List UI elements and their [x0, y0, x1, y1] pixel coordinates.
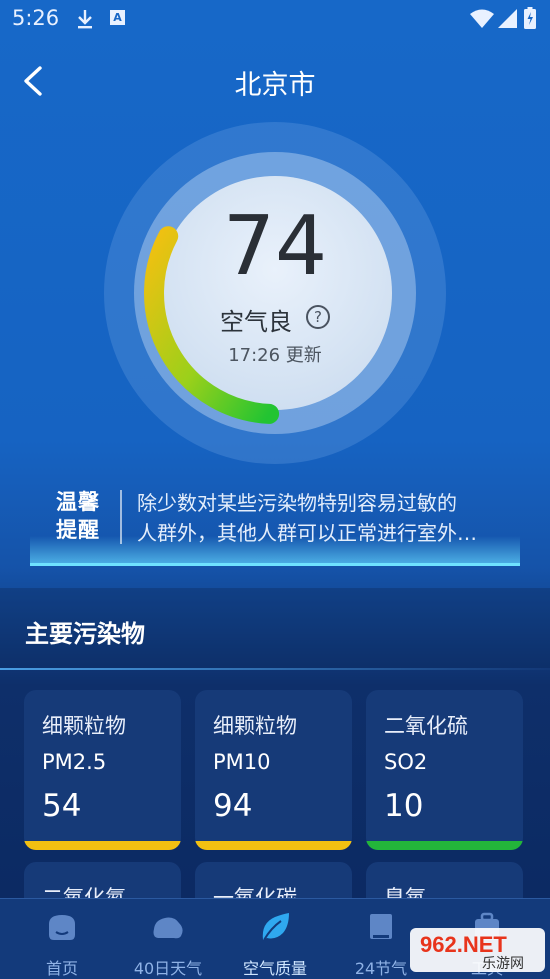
nav-item-air-quality[interactable]: 空气质量 — [220, 899, 330, 979]
wifi-icon — [470, 9, 494, 28]
pollutant-value: 94 — [213, 788, 253, 824]
tips-text: 除少数对某些污染物特别容易过敏的 人群外，其他人群可以正常进行室外… — [137, 488, 509, 548]
book-icon — [370, 914, 392, 939]
tips-divider — [120, 490, 122, 544]
signal-icon — [498, 9, 517, 28]
leaf-icon — [262, 913, 289, 941]
pollutant-value: 10 — [384, 788, 424, 824]
watermark-text: 962.NET — [420, 932, 507, 957]
watermark-logo: 962.NET 乐游网 — [410, 928, 545, 972]
page-title: 北京市 — [234, 70, 316, 101]
aqi-level: 空气良 — [220, 308, 292, 336]
notification-a-icon: A — [110, 10, 125, 25]
header: 北京市 — [0, 55, 550, 107]
pollutant-level-bar — [195, 841, 352, 850]
download-icon — [78, 10, 92, 29]
section-divider — [0, 668, 550, 670]
pollutant-name: 二氧化硫 — [384, 714, 468, 738]
help-icon[interactable]: ? — [306, 305, 330, 329]
pollutant-card-pm25[interactable]: 细颗粒物 PM2.5 54 — [24, 690, 181, 850]
home-icon — [49, 915, 75, 940]
nav-label: 40日天气 — [133, 959, 203, 978]
pollutant-name: 细颗粒物 — [213, 714, 297, 738]
pollutant-level-bar — [366, 841, 523, 850]
pollutants-section-header: 主要污染物 — [0, 588, 550, 670]
status-bar: 5:26 A — [0, 0, 550, 38]
update-time: 17:26 更新 — [228, 345, 322, 366]
tips-underline — [30, 563, 520, 566]
pollutant-card-so2[interactable]: 二氧化硫 SO2 10 — [366, 690, 523, 850]
aqi-value: 74 — [222, 199, 328, 294]
section-title: 主要污染物 — [25, 620, 145, 648]
nav-item-40day[interactable]: 40日天气 — [113, 899, 223, 979]
nav-item-home[interactable]: 首页 — [7, 899, 117, 979]
pollutant-code: PM10 — [213, 750, 271, 774]
tips-title: 温馨提醒 — [56, 490, 100, 542]
pollutant-level-bar — [24, 841, 181, 850]
pollutant-card-pm10[interactable]: 细颗粒物 PM10 94 — [195, 690, 352, 850]
tips-text-line1: 除少数对某些污染物特别容易过敏的 — [137, 491, 457, 515]
pollutant-code: PM2.5 — [42, 750, 107, 774]
pollutant-code: SO2 — [384, 750, 428, 774]
pollutant-value: 54 — [42, 788, 82, 824]
battery-icon — [524, 7, 536, 29]
nav-label: 空气质量 — [242, 959, 307, 978]
pollutant-name: 细颗粒物 — [42, 714, 126, 738]
aqi-gauge: 74 空气良 ? 17:26 更新 — [104, 122, 446, 464]
nav-label: 首页 — [45, 959, 78, 978]
tips-banner: 温馨提醒 除少数对某些污染物特别容易过敏的 人群外，其他人群可以正常进行室外… — [30, 480, 520, 566]
tips-text-line2: 人群外，其他人群可以正常进行室外… — [137, 521, 477, 545]
watermark-subtext: 乐游网 — [482, 956, 524, 972]
cloud-icon — [153, 917, 183, 939]
status-time: 5:26 — [12, 6, 60, 30]
